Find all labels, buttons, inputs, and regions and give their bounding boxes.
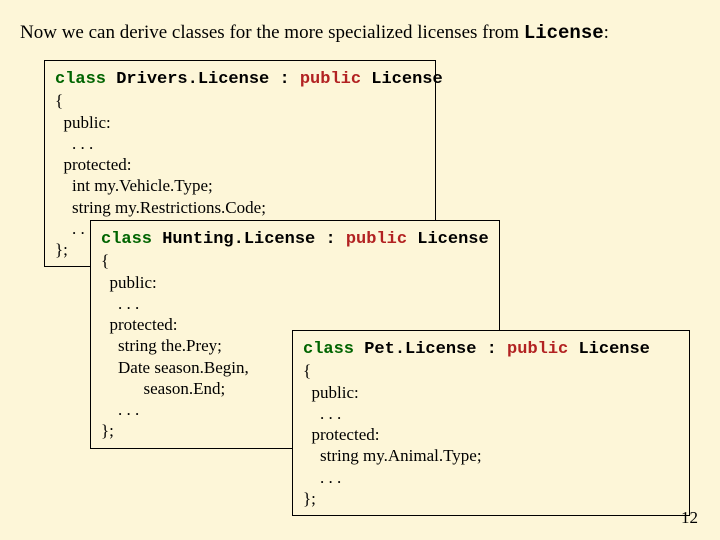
code-text: Pet.License : bbox=[354, 340, 507, 359]
code-line: Date season.Begin, bbox=[101, 358, 249, 377]
code-line: }; bbox=[55, 240, 68, 259]
code-line: protected: bbox=[101, 315, 177, 334]
code-line: { bbox=[101, 251, 109, 270]
intro-mono: License bbox=[524, 22, 604, 44]
code-text: License bbox=[361, 70, 443, 89]
page-number: 12 bbox=[681, 508, 698, 528]
keyword-class: class bbox=[303, 340, 354, 359]
code-line: . . . bbox=[55, 134, 93, 153]
code-line: string the.Prey; bbox=[101, 336, 222, 355]
code-line: { bbox=[303, 361, 311, 380]
code-line: . . . bbox=[101, 400, 139, 419]
keyword-public: public bbox=[300, 70, 361, 89]
code-line: public: bbox=[55, 113, 111, 132]
code-line: { bbox=[55, 91, 63, 110]
code-text: Drivers.License : bbox=[106, 70, 300, 89]
intro-text: Now we can derive classes for the more s… bbox=[20, 22, 700, 44]
code-line: string my.Animal.Type; bbox=[303, 446, 482, 465]
keyword-class: class bbox=[55, 70, 106, 89]
keyword-public: public bbox=[346, 230, 407, 249]
code-line: protected: bbox=[303, 425, 379, 444]
code-line: . . . bbox=[101, 294, 139, 313]
code-line: . . . bbox=[303, 404, 341, 423]
code-text: License bbox=[568, 340, 650, 359]
code-line: string my.Restrictions.Code; bbox=[55, 198, 266, 217]
keyword-public: public bbox=[507, 340, 568, 359]
code-line: }; bbox=[101, 421, 114, 440]
slide-page: Now we can derive classes for the more s… bbox=[0, 0, 720, 540]
code-line: int my.Vehicle.Type; bbox=[55, 176, 213, 195]
code-line: public: bbox=[303, 383, 359, 402]
code-line: . . . bbox=[303, 468, 341, 487]
code-line: season.End; bbox=[101, 379, 225, 398]
code-text: Hunting.License : bbox=[152, 230, 346, 249]
code-line: }; bbox=[303, 489, 316, 508]
code-text: License bbox=[407, 230, 489, 249]
intro-pre: Now we can derive classes for the more s… bbox=[20, 22, 524, 43]
code-line: public: bbox=[101, 273, 157, 292]
code-line: protected: bbox=[55, 155, 131, 174]
intro-post: : bbox=[604, 22, 609, 43]
code-line: . . . bbox=[55, 219, 93, 238]
keyword-class: class bbox=[101, 230, 152, 249]
code-box-pet-license: class Pet.License : public License { pub… bbox=[292, 330, 690, 516]
